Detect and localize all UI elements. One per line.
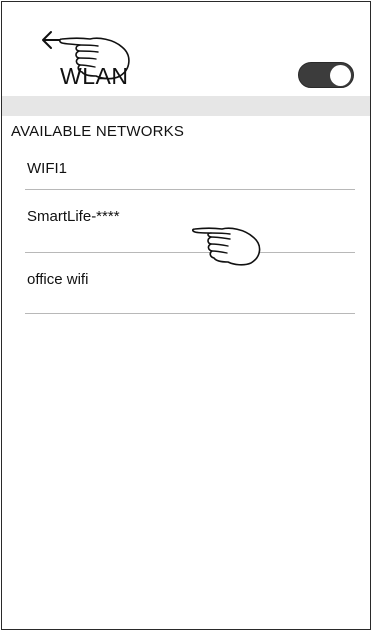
- network-label: SmartLife-****: [27, 208, 120, 225]
- pointing-hand-icon: [191, 219, 268, 267]
- network-label: WIFI1: [27, 160, 67, 177]
- page-title: WLAN: [60, 63, 129, 89]
- network-item-smartlife[interactable]: SmartLife-****: [25, 190, 355, 253]
- network-item-office-wifi[interactable]: office wifi: [25, 253, 355, 314]
- network-item-wifi1[interactable]: WIFI1: [25, 130, 355, 190]
- phone-screen: WLAN AVAILABLE NETWORKS WIFI1 SmartLife-…: [1, 1, 371, 630]
- network-label: office wifi: [27, 271, 89, 288]
- wlan-toggle[interactable]: [298, 62, 354, 88]
- section-divider: [2, 96, 370, 116]
- toggle-knob: [330, 65, 351, 86]
